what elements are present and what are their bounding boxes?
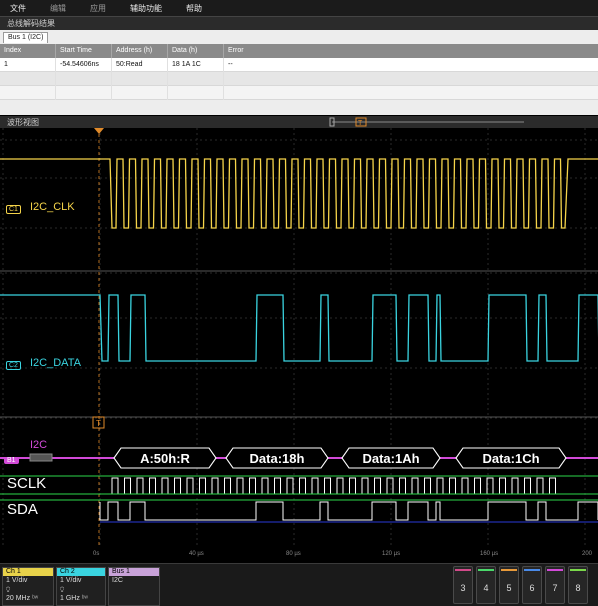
bus-protocol-swatch bbox=[29, 453, 53, 462]
waveform-view-title: 波形视图 bbox=[7, 117, 39, 127]
ch2-badge[interactable]: C2 bbox=[6, 358, 21, 370]
results-table: Index Start Time Address (h) Data (h) Er… bbox=[0, 44, 598, 100]
column-header-address[interactable]: Address (h) bbox=[112, 44, 168, 58]
ch7-button-label: 7 bbox=[552, 583, 558, 593]
time-tick-label: 160 µs bbox=[480, 551, 499, 557]
ch6-button-label: 6 bbox=[529, 583, 535, 593]
time-tick-label: 200 bbox=[582, 551, 593, 557]
ch2-settings-badge[interactable]: Ch 2 1 V/div ⍜ 1 GHz ᵇʷ bbox=[56, 567, 106, 606]
ch2-bandwidth-value: 1 GHz bbox=[60, 595, 80, 602]
cell-start-time: -54.54606ns bbox=[56, 57, 112, 72]
cell-address: 50:Read bbox=[112, 57, 168, 72]
add-ch5-button[interactable]: 5 bbox=[499, 566, 519, 604]
svg-text:T: T bbox=[358, 120, 363, 127]
add-ch3-button[interactable]: 3 bbox=[453, 566, 473, 604]
ch1-bandwidth: 20 MHz ᵇʷ bbox=[3, 594, 53, 603]
ch1-badge-text: C1 bbox=[6, 205, 21, 214]
time-tick-label: 0s bbox=[93, 551, 100, 557]
ch2-badge-text: C2 bbox=[6, 361, 21, 370]
menu-bar: 文件 编辑 应用 辅助功能 帮助 bbox=[0, 0, 598, 16]
time-tick-label: 80 µs bbox=[286, 551, 301, 557]
waveform-display[interactable]: T A:50h:R Data:18h Data:1Ah Data:1Ch C1 I2C_… bbox=[0, 128, 598, 563]
ch7-color-stripe bbox=[547, 569, 563, 571]
ch1-label: I2C_CLK bbox=[30, 201, 75, 213]
ch1-probe-icon: ⍜ bbox=[6, 586, 11, 593]
ch2-settings-title: Ch 2 bbox=[57, 568, 105, 576]
results-panel-title: 总线解码结果 bbox=[7, 19, 55, 28]
results-panel: Bus 1 (I2C) Index Start Time Address (h)… bbox=[0, 30, 598, 115]
cell-index: 1 bbox=[0, 57, 56, 72]
ch2-scale: 1 V/div bbox=[60, 577, 82, 584]
bus1-settings-title: Bus 1 bbox=[109, 568, 159, 576]
ch1-scale: 1 V/div bbox=[6, 577, 28, 584]
ch3-color-stripe bbox=[455, 569, 471, 571]
settings-bar: Ch 1 1 V/div ⍜ 20 MHz ᵇʷ Ch 2 1 V/div ⍜ … bbox=[0, 563, 598, 606]
column-header-data[interactable]: Data (h) bbox=[168, 44, 224, 58]
ch2-label: I2C_DATA bbox=[30, 357, 81, 369]
ch8-button-label: 8 bbox=[575, 583, 581, 593]
time-tick-label: 40 µs bbox=[189, 551, 204, 557]
add-ch7-button[interactable]: 7 bbox=[545, 566, 565, 604]
bus-packet-label: Data:1Ch bbox=[482, 451, 539, 466]
column-header-start-time[interactable]: Start Time bbox=[56, 44, 112, 58]
add-ch6-button[interactable]: 6 bbox=[522, 566, 542, 604]
ch1-clock-trace bbox=[0, 158, 598, 229]
table-row-empty bbox=[0, 85, 598, 100]
time-tick-label: 120 µs bbox=[382, 551, 401, 557]
bus-packet-label: Data:18h bbox=[250, 451, 305, 466]
cell-error: -- bbox=[228, 60, 233, 68]
add-ch4-button[interactable]: 4 bbox=[476, 566, 496, 604]
bus-packet-label: A:50h:R bbox=[140, 451, 190, 466]
menu-file[interactable]: 文件 bbox=[10, 3, 26, 14]
ch2-data-trace bbox=[0, 294, 598, 362]
ch1-settings-badge[interactable]: Ch 1 1 V/div ⍜ 20 MHz ᵇʷ bbox=[2, 567, 54, 606]
ch1-badge[interactable]: C1 bbox=[6, 202, 21, 214]
sclk-trace bbox=[100, 477, 598, 495]
table-row-empty bbox=[0, 71, 598, 86]
results-table-header: Index Start Time Address (h) Data (h) Er… bbox=[0, 44, 598, 58]
ch2-probe-icon: ⍜ bbox=[60, 586, 65, 593]
cell-data: 18 1A 1C bbox=[168, 57, 224, 72]
bus1-protocol: I2C bbox=[112, 577, 123, 584]
ch5-color-stripe bbox=[501, 569, 517, 571]
sda-label: SDA bbox=[7, 501, 38, 518]
sclk-label: SCLK bbox=[7, 475, 47, 492]
sda-trace bbox=[99, 501, 598, 521]
results-panel-header[interactable]: 总线解码结果 bbox=[0, 16, 598, 30]
ch3-button-label: 3 bbox=[460, 583, 466, 593]
trigger-marker-label: T bbox=[96, 419, 101, 428]
ch6-color-stripe bbox=[524, 569, 540, 571]
menu-help[interactable]: 帮助 bbox=[186, 3, 202, 14]
timebase-overview-icon[interactable]: T bbox=[328, 116, 528, 128]
bus-packet-label: Data:1Ah bbox=[362, 451, 419, 466]
column-header-error[interactable]: Error bbox=[224, 44, 598, 58]
menu-edit[interactable]: 编辑 bbox=[50, 3, 66, 14]
column-header-index[interactable]: Index bbox=[0, 44, 56, 58]
bus-protocol-label: I2C bbox=[30, 439, 48, 451]
ch1-bandwidth-value: 20 MHz bbox=[6, 595, 31, 602]
menu-apps[interactable]: 应用 bbox=[90, 3, 106, 14]
bandwidth-limit-icon: ᵇʷ bbox=[32, 595, 39, 602]
table-row[interactable]: 1 -54.54606ns 50:Read 18 1A 1C -- bbox=[0, 57, 598, 72]
results-tab-bus1[interactable]: Bus 1 (I2C) bbox=[3, 32, 49, 43]
waveform-view-header[interactable]: 波形视图 T bbox=[0, 116, 598, 128]
waveform-canvas: T A:50h:R Data:18h Data:1Ah Data:1Ch bbox=[0, 128, 598, 548]
ch2-bandwidth: 1 GHz ᵇʷ bbox=[57, 594, 105, 603]
add-ch8-button[interactable]: 8 bbox=[568, 566, 588, 604]
bandwidth-limit-icon: ᵇʷ bbox=[81, 595, 88, 602]
trigger-position-icon bbox=[94, 128, 104, 134]
ch4-color-stripe bbox=[478, 569, 494, 571]
ch8-color-stripe bbox=[570, 569, 586, 571]
ch4-button-label: 4 bbox=[483, 583, 489, 593]
bus-badge[interactable]: B1 bbox=[4, 453, 19, 465]
menu-utilities[interactable]: 辅助功能 bbox=[130, 3, 162, 14]
bus1-settings-badge[interactable]: Bus 1 I2C bbox=[108, 567, 160, 606]
bus-badge-text: B1 bbox=[4, 457, 19, 464]
ch1-settings-title: Ch 1 bbox=[3, 568, 53, 576]
ch5-button-label: 5 bbox=[506, 583, 512, 593]
